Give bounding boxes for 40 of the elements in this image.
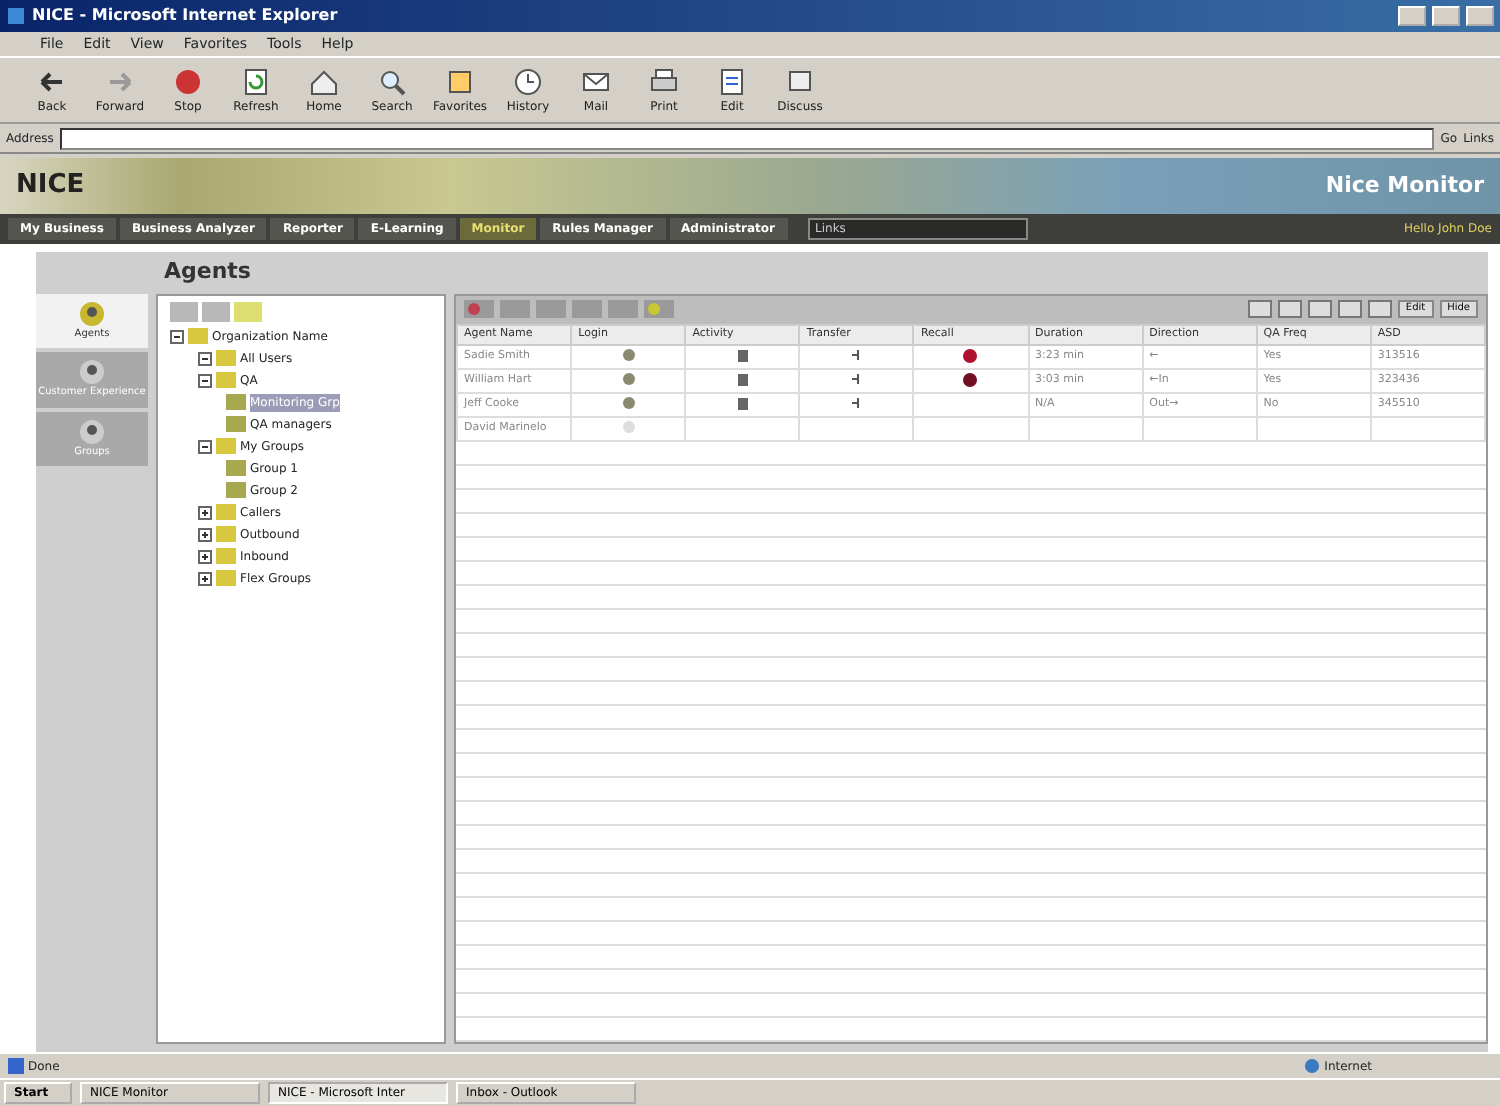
refresh-icon bbox=[240, 65, 272, 97]
expand-icon[interactable] bbox=[198, 527, 212, 541]
page-title: Agents bbox=[162, 256, 253, 288]
expand-icon[interactable] bbox=[198, 505, 212, 519]
transfer-icon bbox=[850, 371, 863, 386]
printer-icon bbox=[648, 65, 680, 97]
maximize-button[interactable] bbox=[1432, 6, 1460, 26]
product-name: Nice Monitor bbox=[1325, 169, 1484, 202]
transfer-icon bbox=[850, 347, 863, 362]
expand-icon[interactable] bbox=[198, 549, 212, 563]
toolbar-icon[interactable] bbox=[464, 300, 494, 318]
collapse-icon[interactable] bbox=[198, 373, 212, 387]
document-icon bbox=[784, 65, 816, 97]
globe-icon bbox=[1304, 1058, 1321, 1074]
minimize-button[interactable] bbox=[1398, 6, 1426, 26]
toolbar-icon[interactable] bbox=[202, 301, 230, 321]
toolbar-icon[interactable] bbox=[1247, 300, 1272, 318]
page-icon bbox=[8, 1058, 24, 1074]
collapse-icon[interactable] bbox=[198, 439, 212, 453]
toolbar-icon[interactable] bbox=[1337, 300, 1362, 318]
search-icon bbox=[376, 65, 408, 97]
toolbar-icon[interactable] bbox=[1277, 300, 1302, 318]
close-button[interactable] bbox=[1466, 6, 1494, 26]
clock-icon bbox=[512, 65, 544, 97]
transfer-icon bbox=[850, 395, 863, 410]
stop-icon bbox=[172, 65, 204, 97]
address-field[interactable] bbox=[59, 127, 1435, 149]
logo: NICE bbox=[16, 168, 85, 205]
home-icon bbox=[308, 65, 340, 97]
collapse-icon[interactable] bbox=[170, 329, 184, 343]
collapse-icon[interactable] bbox=[198, 351, 212, 365]
people-icon bbox=[78, 358, 106, 386]
toolbar-icon[interactable] bbox=[1367, 300, 1392, 318]
document-icon bbox=[716, 65, 748, 97]
people-icon bbox=[78, 299, 106, 327]
people-icon bbox=[78, 417, 106, 445]
window-title: NICE - Microsoft Internet Explorer bbox=[32, 4, 340, 28]
expand-icon[interactable] bbox=[198, 571, 212, 585]
app-icon bbox=[6, 6, 26, 26]
toolbar-icon[interactable] bbox=[1307, 300, 1332, 318]
